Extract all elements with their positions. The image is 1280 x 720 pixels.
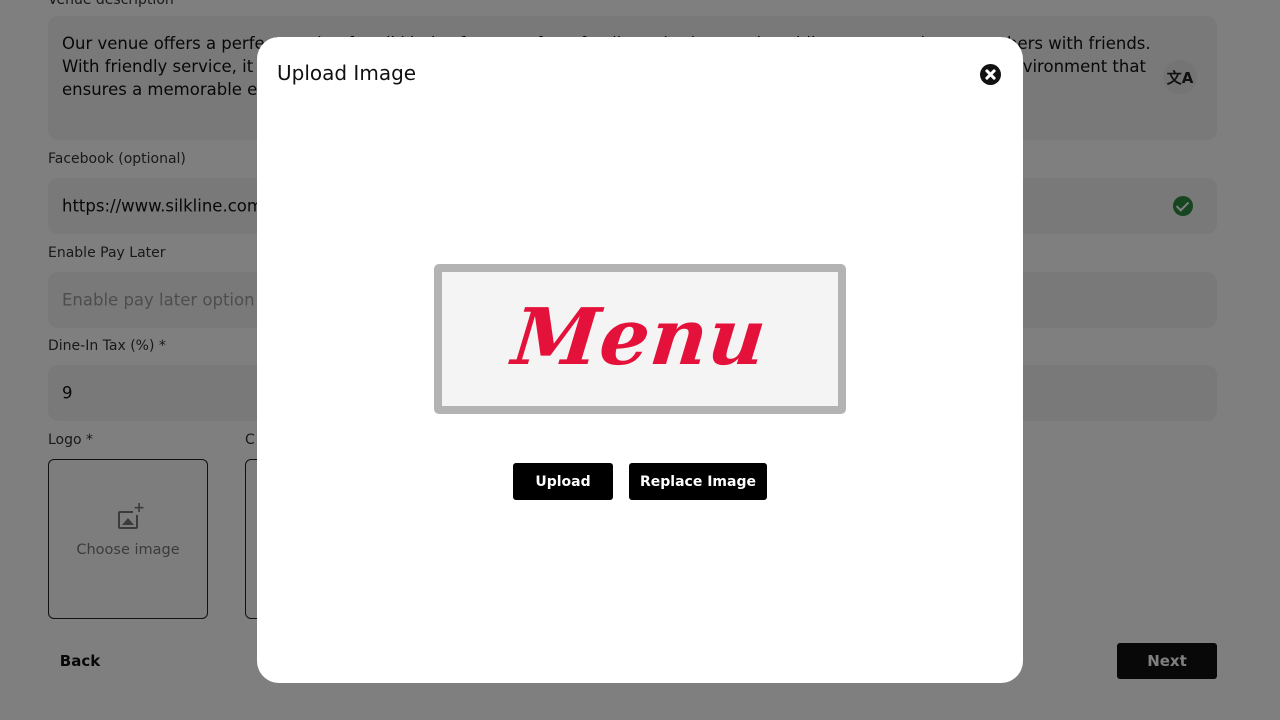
- replace-image-button[interactable]: Replace Image: [629, 463, 767, 500]
- upload-button[interactable]: Upload: [513, 463, 613, 500]
- preview-image-text: Menu: [508, 291, 772, 383]
- modal-title: Upload Image: [277, 61, 417, 85]
- close-icon[interactable]: [980, 64, 1001, 85]
- upload-image-modal: Upload Image Menu Upload Replace Image: [257, 37, 1023, 683]
- image-preview: Menu: [434, 264, 846, 414]
